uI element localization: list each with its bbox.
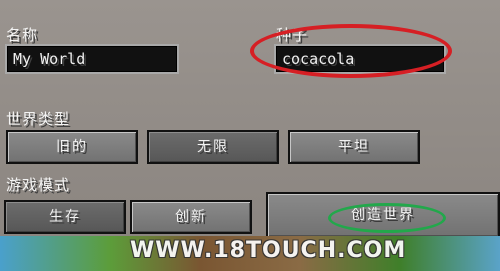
game-mode-creative-button[interactable]: 创新 (130, 200, 252, 234)
world-type-infinite-button[interactable]: 无限 (147, 130, 279, 164)
world-type-old-button[interactable]: 旧的 (6, 130, 138, 164)
world-type-label: 世界类型 (6, 110, 71, 128)
world-name-input[interactable]: My World (5, 44, 179, 74)
name-label: 名称 (6, 26, 39, 44)
create-world-highlight-circle (328, 203, 446, 233)
site-watermark: WWW.18TOUCH.COM (130, 238, 407, 263)
seed-highlight-circle (250, 24, 452, 78)
game-mode-survival-button[interactable]: 生存 (4, 200, 126, 234)
world-name-value: My World (13, 50, 86, 68)
world-type-flat-button[interactable]: 平坦 (288, 130, 420, 164)
game-mode-label: 游戏模式 (6, 176, 71, 194)
